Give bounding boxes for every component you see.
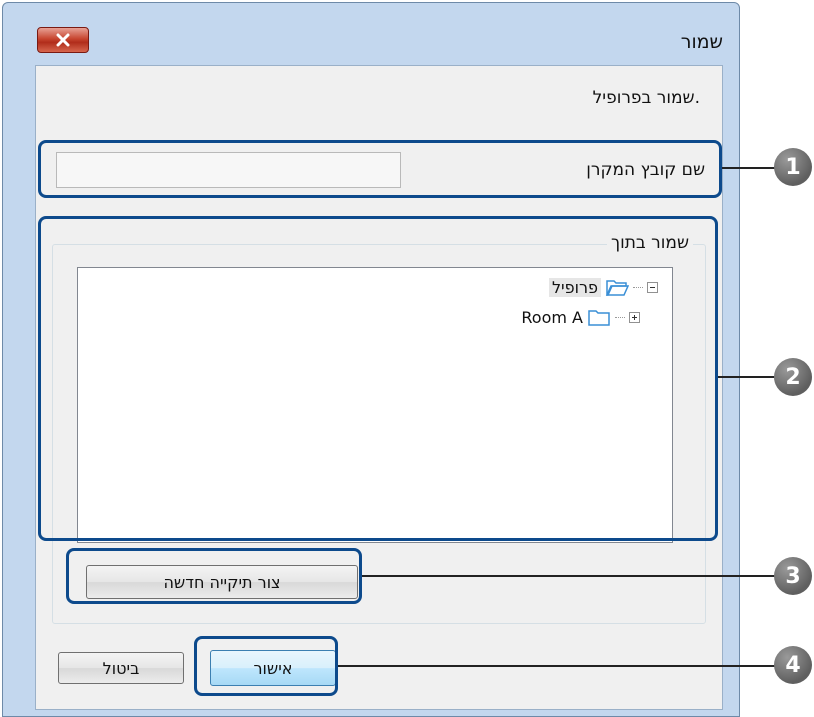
callout-line-2 [718, 376, 780, 378]
dialog-title: שמור [680, 31, 723, 53]
callout-line-3 [362, 575, 780, 577]
callout-line-4 [338, 665, 780, 667]
cancel-button[interactable]: ביטול [58, 652, 184, 684]
callout-number-2: 2 [774, 358, 812, 396]
callout-line-1 [722, 167, 780, 169]
callout-box-1 [38, 140, 722, 198]
dialog-subtitle: שמור בפרופיל. [592, 88, 700, 108]
callout-box-4 [194, 636, 338, 696]
callout-number-3: 3 [774, 557, 812, 595]
callout-number-4: 4 [774, 646, 812, 684]
close-button[interactable] [37, 27, 89, 53]
close-icon [56, 33, 70, 47]
title-bar: שמור [3, 3, 739, 65]
callout-box-3 [66, 548, 362, 604]
callout-box-2 [38, 216, 718, 541]
callout-number-1: 1 [774, 148, 812, 186]
